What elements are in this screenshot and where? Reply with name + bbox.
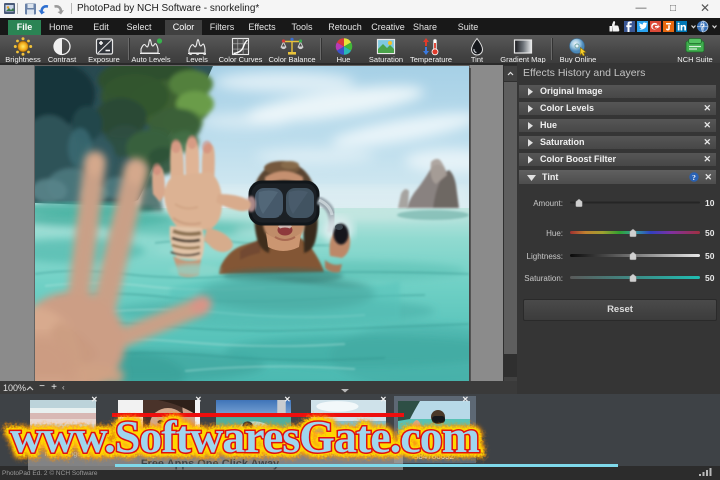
svg-text:?: ? (700, 22, 705, 31)
svg-text:?: ? (692, 173, 696, 182)
svg-text:www.SoftwaresGate.com: www.SoftwaresGate.com (10, 411, 480, 462)
